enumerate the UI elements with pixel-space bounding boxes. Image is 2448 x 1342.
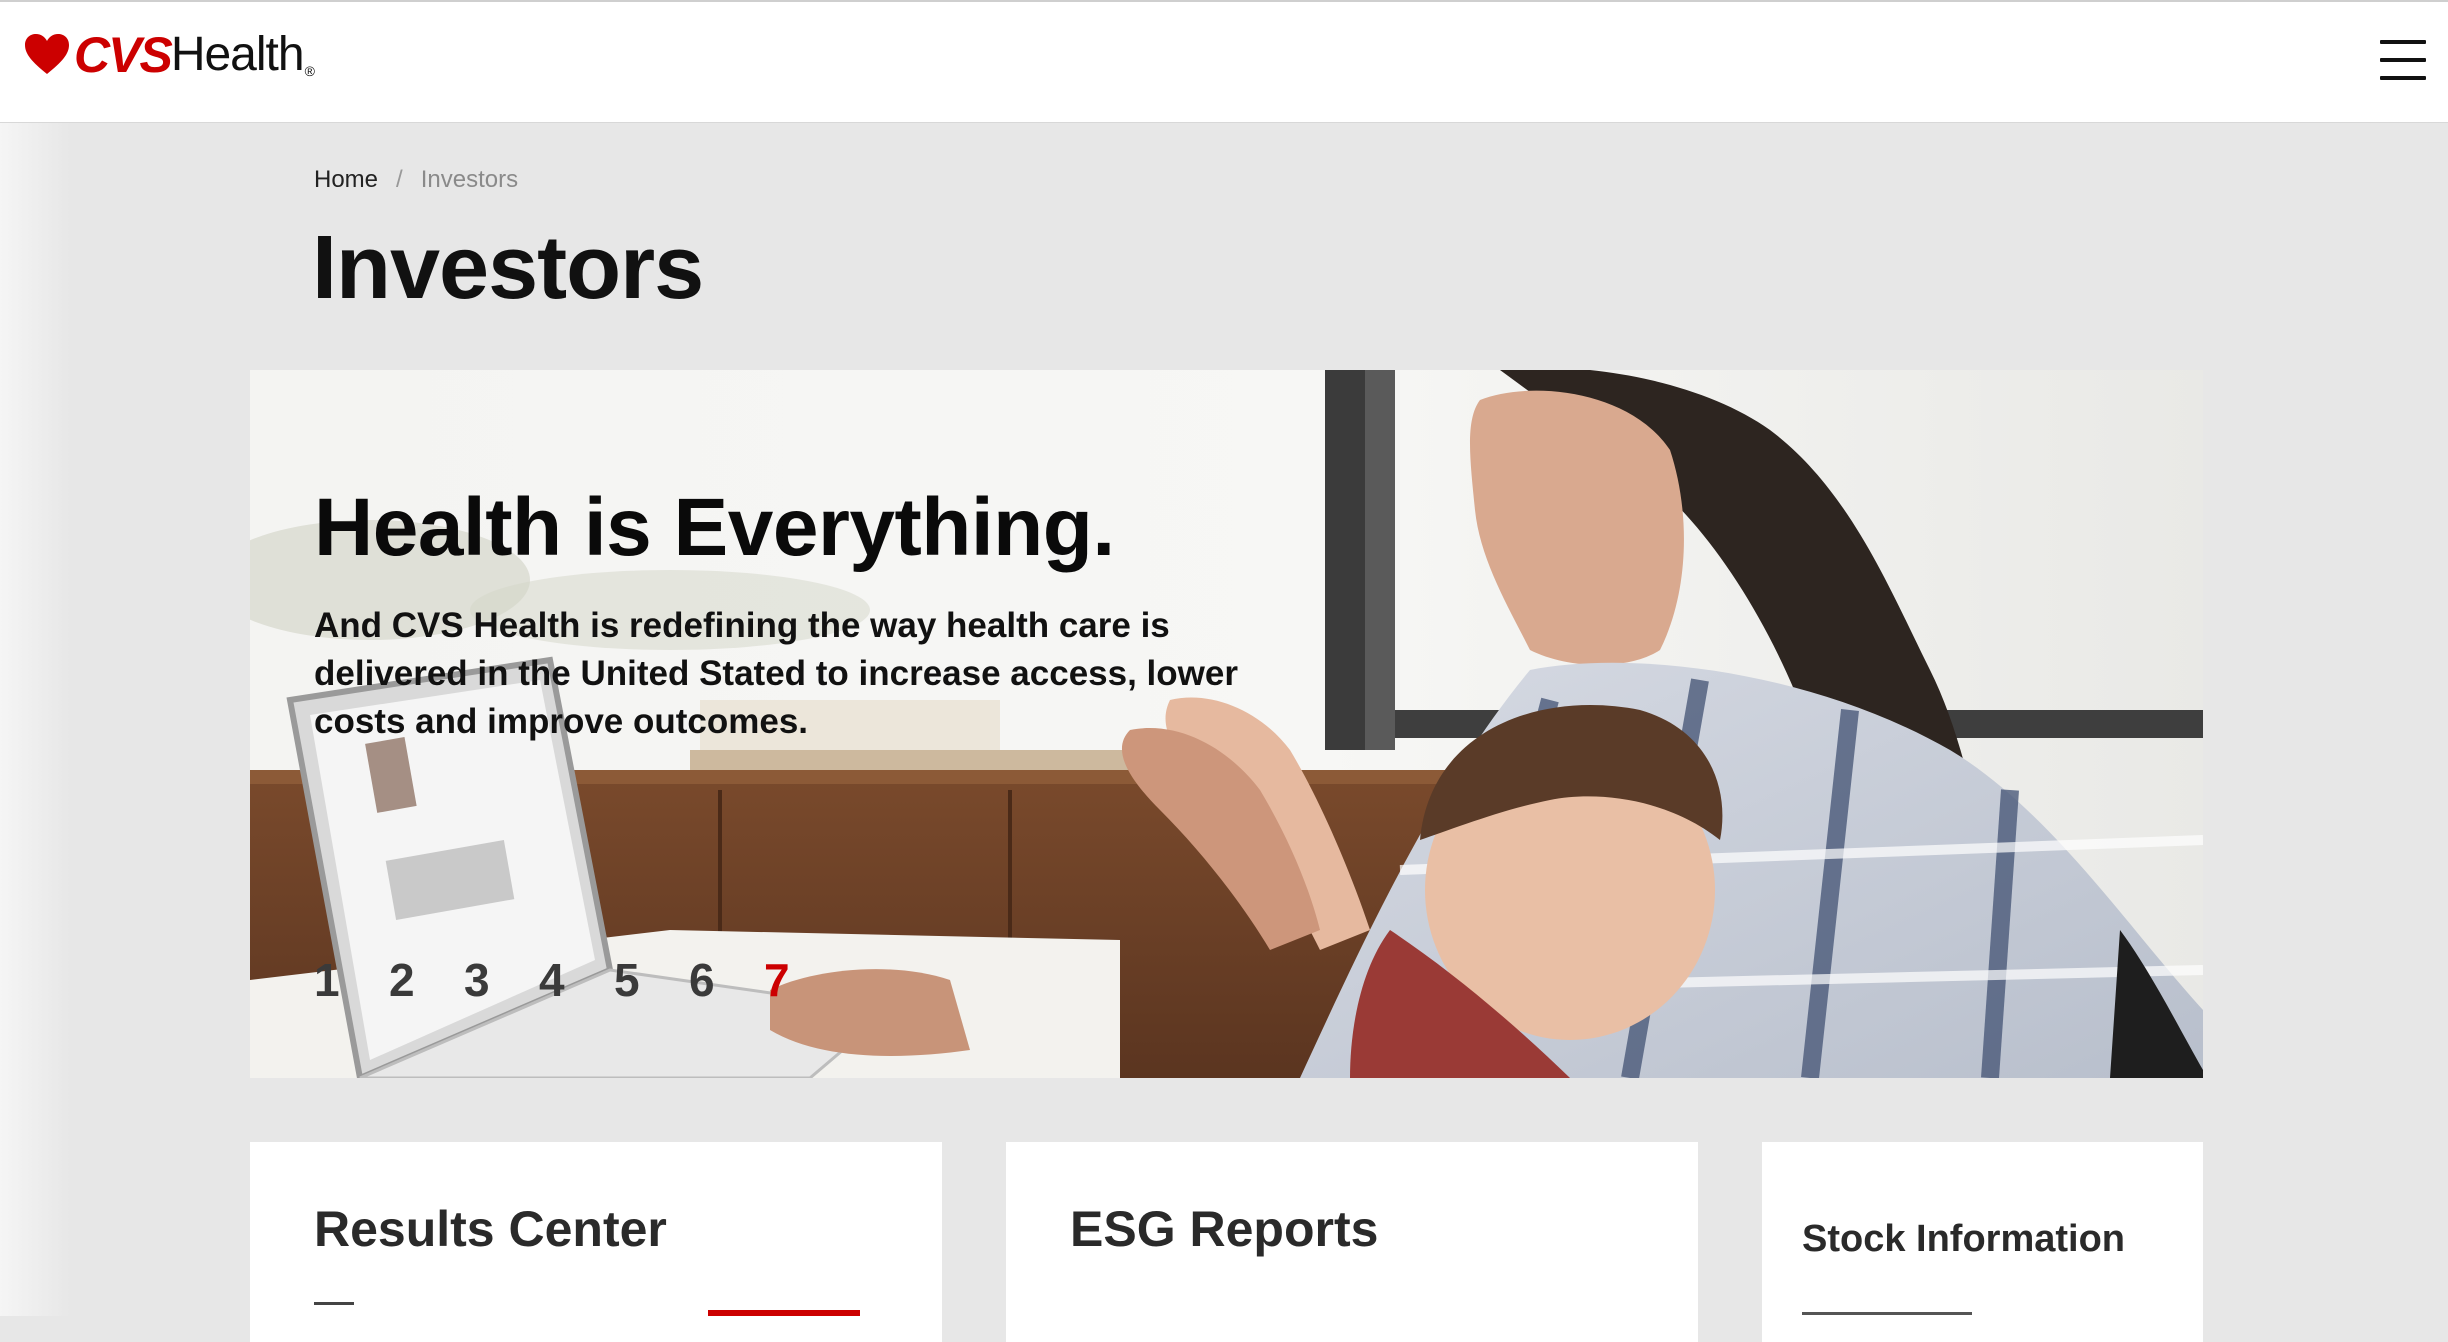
cvs-health-logo[interactable]: CVS Health ® xyxy=(24,30,315,80)
stock-information-title: Stock Information xyxy=(1802,1218,2126,1260)
carousel-slide-2[interactable]: 2 xyxy=(389,950,464,1010)
esg-reports-card[interactable]: ESG Reports xyxy=(1006,1142,1698,1342)
site-header: CVS Health ® xyxy=(0,2,2448,123)
carousel-slide-7-active[interactable]: 7 xyxy=(764,950,839,1010)
stock-information-card[interactable]: Stock Information xyxy=(1762,1142,2203,1342)
results-center-title: Results Center xyxy=(314,1201,667,1257)
carousel-pagination: 1 2 3 4 5 6 7 xyxy=(314,950,839,1010)
card-red-accent xyxy=(708,1310,860,1316)
results-center-card[interactable]: Results Center xyxy=(250,1142,942,1342)
hero-subtext: And CVS Health is redefining the way hea… xyxy=(314,606,1238,741)
page-title: Investors xyxy=(312,218,704,318)
breadcrumb-home-link[interactable]: Home xyxy=(314,166,378,194)
carousel-slide-1[interactable]: 1 xyxy=(314,950,389,1010)
carousel-slide-6[interactable]: 6 xyxy=(689,950,764,1010)
logo-brand-light: Health xyxy=(170,28,305,81)
carousel-slide-3[interactable]: 3 xyxy=(464,950,539,1010)
registered-mark: ® xyxy=(304,63,315,79)
carousel-slide-5[interactable]: 5 xyxy=(614,950,689,1010)
carousel-slide-4[interactable]: 4 xyxy=(539,950,614,1010)
hamburger-menu-icon[interactable] xyxy=(2380,40,2426,80)
hero-carousel: Health is Everything. And CVS Health is … xyxy=(250,370,2203,1078)
breadcrumb-separator: / xyxy=(396,166,403,193)
breadcrumb: Home / Investors xyxy=(314,166,518,194)
breadcrumb-current: Investors xyxy=(420,166,519,193)
logo-brand-bold: CVS xyxy=(74,27,173,83)
esg-reports-title: ESG Reports xyxy=(1070,1201,1379,1257)
page-edge-shadow xyxy=(0,123,70,1316)
card-content-peek xyxy=(314,1302,354,1325)
hero-headline: Health is Everything. xyxy=(314,482,1115,573)
card-content-peek xyxy=(1802,1312,1972,1325)
heart-icon xyxy=(25,34,69,74)
